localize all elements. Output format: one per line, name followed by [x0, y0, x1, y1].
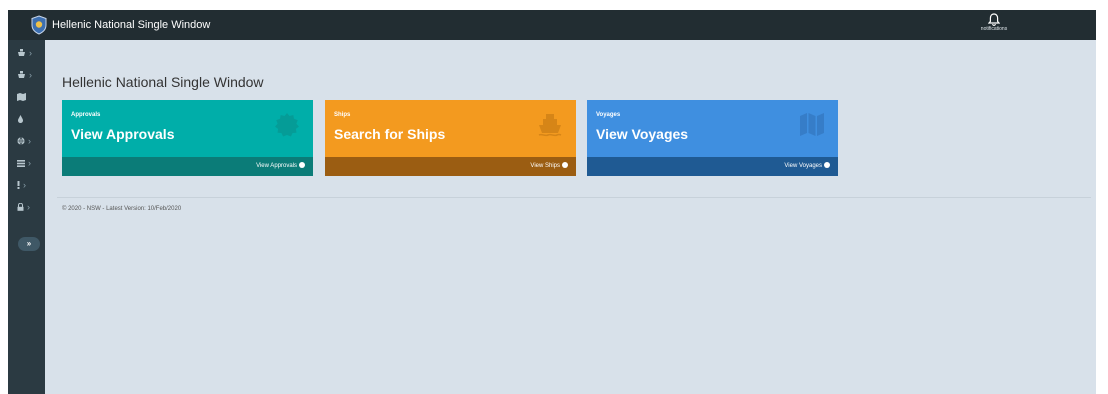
card-small-label: Ships: [334, 112, 351, 118]
approvals-card-body: Approvals View Approvals: [62, 100, 313, 157]
chevron-right-icon: ›: [27, 201, 30, 212]
notifications-button[interactable]: notifications: [974, 13, 1014, 39]
ships-card-body: Ships Search for Ships: [325, 100, 576, 157]
card-footer-label: View Voyages: [784, 163, 822, 169]
exclamation-icon: [17, 181, 20, 189]
card-title: View Approvals: [71, 126, 175, 142]
sidebar-item-global[interactable]: ›: [8, 130, 45, 152]
sidebar: › › › › › › »: [8, 40, 45, 394]
sidebar-item-cargo[interactable]: [8, 108, 45, 130]
voyages-card[interactable]: Voyages View Voyages View Voyages: [587, 100, 838, 176]
view-approvals-link[interactable]: View Approvals: [62, 157, 313, 176]
voyages-card-body: Voyages View Voyages: [587, 100, 838, 157]
map-icon: [17, 93, 26, 101]
arrow-circle-right-icon: [824, 162, 830, 168]
view-ships-link[interactable]: View Ships: [325, 157, 576, 176]
arrow-circle-right-icon: [562, 162, 568, 168]
list-icon: [17, 159, 25, 167]
brand[interactable]: Hellenic National Single Window: [8, 10, 210, 40]
view-voyages-link[interactable]: View Voyages: [587, 157, 838, 176]
sidebar-item-lists[interactable]: ›: [8, 152, 45, 174]
globe-icon: [17, 137, 25, 145]
top-navbar: Hellenic National Single Window notifica…: [8, 10, 1096, 40]
card-small-label: Approvals: [71, 112, 101, 118]
ship-icon: [18, 49, 25, 56]
map-icon: [800, 113, 824, 136]
card-footer-label: View Ships: [530, 163, 560, 169]
chevron-right-icon: ›: [29, 47, 32, 58]
chevron-right-icon: ›: [28, 157, 31, 168]
sidebar-item-security[interactable]: ›: [8, 196, 45, 218]
page-title: Hellenic National Single Window: [62, 74, 264, 90]
ship-icon: [18, 71, 25, 78]
arrow-circle-right-icon: [299, 162, 305, 168]
sidebar-item-ships-2[interactable]: ›: [8, 64, 45, 86]
app-title: Hellenic National Single Window: [52, 19, 211, 31]
sidebar-collapse-button[interactable]: »: [18, 237, 40, 251]
footer-copyright: © 2020 - NSW - Latest Version: 10/Feb/20…: [62, 206, 182, 212]
ship-icon: [538, 114, 562, 137]
card-small-label: Voyages: [596, 112, 621, 118]
droplet-icon: [18, 115, 23, 123]
chevron-right-icon: ›: [28, 135, 31, 146]
notifications-label: notifications: [980, 26, 1008, 32]
shield-logo-icon: [31, 15, 47, 35]
badge-icon: [275, 113, 299, 137]
sidebar-item-ships[interactable]: ›: [8, 42, 45, 64]
main-content: Hellenic National Single Window Approval…: [45, 40, 1096, 394]
card-title: Search for Ships: [334, 126, 446, 142]
chevron-right-icon: ›: [29, 69, 32, 80]
card-title: View Voyages: [596, 126, 689, 142]
footer-divider: [57, 197, 1091, 198]
card-footer-label: View Approvals: [256, 163, 297, 169]
bell-icon: [988, 13, 1000, 26]
approvals-card[interactable]: Approvals View Approvals View Approvals: [62, 100, 313, 176]
lock-icon: [17, 203, 24, 211]
sidebar-item-voyages[interactable]: [8, 86, 45, 108]
ships-card[interactable]: Ships Search for Ships View Ships: [325, 100, 576, 176]
sidebar-item-alerts[interactable]: ›: [8, 174, 45, 196]
chevron-right-icon: ›: [23, 179, 26, 190]
